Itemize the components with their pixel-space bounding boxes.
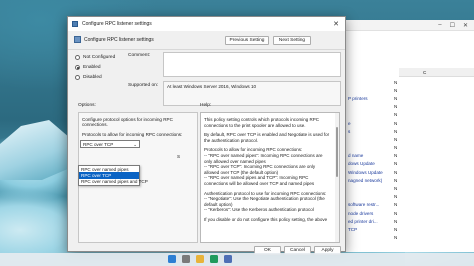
comment-label: Comment: — [128, 53, 151, 58]
edge-icon[interactable] — [210, 255, 218, 263]
next-setting-button[interactable]: Next Setting — [273, 36, 311, 45]
help-text: This policy setting controls which proto… — [201, 113, 339, 223]
chevron-down-icon[interactable]: ⌄ — [133, 142, 137, 148]
policy-row[interactable]: eN — [336, 119, 474, 127]
policy-row[interactable]: N — [336, 86, 474, 94]
supported-on-value: At least Windows Server 2016, Windows 10 — [167, 84, 257, 89]
previous-setting-button[interactable]: Previous Setting — [225, 36, 269, 45]
policy-state: N — [394, 112, 398, 118]
policy-row[interactable]: software restr... N — [336, 201, 474, 209]
radio-circle[interactable] — [75, 65, 80, 70]
policy-state: N — [394, 202, 398, 208]
policy-row[interactable]: node drivers N — [336, 209, 474, 217]
help-paragraph: This policy setting controls which proto… — [204, 117, 320, 128]
radio-disabled[interactable]: Disabled — [75, 75, 102, 80]
close-icon[interactable]: ✕ — [463, 22, 468, 29]
setting-title: Configure RPC listener settings — [84, 37, 154, 43]
radio-not-configured[interactable]: Not Configured — [75, 55, 115, 60]
radio-label: Disabled — [83, 75, 102, 80]
policy-row[interactable]: N — [336, 103, 474, 111]
close-icon[interactable]: ✕ — [327, 17, 345, 31]
policy-row[interactable]: nagned network) N — [336, 176, 474, 184]
policy-row[interactable]: N — [336, 111, 474, 119]
policy-state: N — [394, 128, 398, 134]
column-header[interactable]: C — [399, 68, 474, 77]
policy-state: N — [394, 161, 398, 167]
policy-list: NNP printers N N Ne Ns N N Nd name Ndows Update N… — [336, 78, 474, 242]
protocols-value: RPC over TCP — [83, 141, 114, 147]
dialog-header: Configure RPC listener settings Previous… — [68, 32, 345, 50]
policy-row[interactable]: N — [336, 78, 474, 86]
policy-row[interactable]: Windows Update N — [336, 168, 474, 176]
search-icon[interactable] — [182, 255, 190, 263]
policy-row[interactable]: N — [336, 144, 474, 152]
policy-state: N — [394, 145, 398, 151]
policy-state: N — [394, 169, 398, 175]
auth-label: S — [177, 154, 181, 159]
supported-on-field: At least Windows Server 2016, Windows 10 — [163, 81, 341, 106]
policy-state: N — [394, 186, 398, 192]
app-icon[interactable] — [224, 255, 232, 263]
protocols-select[interactable]: RPC over TCP ⌄ — [80, 140, 140, 148]
radio-label: Not Configured — [83, 55, 116, 60]
help-paragraph: By default, RPC over TCP is enabled and … — [204, 132, 330, 143]
parent-titlebar: – ☐ ✕ — [336, 20, 474, 31]
policy-row[interactable]: N — [336, 184, 474, 192]
supported-on-label: Supported on: — [128, 83, 159, 88]
dropdown-option[interactable]: RPC over named pipes and TCP — [79, 179, 148, 185]
policy-state: N — [394, 136, 398, 142]
policy-row[interactable]: sN — [336, 127, 474, 135]
setting-icon — [74, 36, 81, 43]
policy-state: N — [394, 79, 398, 85]
radio-circle[interactable] — [75, 55, 80, 60]
policy-state: N — [394, 87, 398, 93]
policy-state: N — [394, 153, 398, 159]
radio-circle[interactable] — [75, 75, 80, 80]
protocols-label: Protocols to allow for incoming RPC conn… — [82, 132, 183, 137]
policy-state: N — [394, 235, 398, 241]
help-label: Help: — [200, 103, 212, 108]
group-policy-editor-window: – ☐ ✕ C NNP printers N N Ne Ns N N Nd name Ndows… — [335, 20, 474, 252]
policy-row[interactable]: N — [336, 234, 474, 242]
start-icon[interactable] — [168, 255, 176, 263]
options-intro: Configure protocol options for incoming … — [82, 117, 173, 128]
policy-state: N — [394, 226, 398, 232]
policy-row[interactable]: P printers N — [336, 94, 474, 102]
policy-settings-dialog: Configure RPC listener settings ✕ Config… — [67, 16, 346, 255]
policy-row[interactable]: ed printer dri... N — [336, 217, 474, 225]
window-title: Configure RPC listener settings — [82, 21, 152, 27]
help-paragraph: If you disable or do not configure this … — [204, 216, 328, 222]
maximize-icon[interactable]: ☐ — [450, 22, 455, 29]
options-label: Options: — [78, 103, 96, 108]
policy-state: N — [394, 194, 398, 200]
policy-row[interactable]: d name N — [336, 152, 474, 160]
policy-row[interactable]: TCP N — [336, 225, 474, 233]
protocols-dropdown-list: RPC over named pipes RPC over TCP RPC ov… — [78, 165, 148, 187]
help-scrollbar[interactable] — [335, 113, 339, 242]
policy-icon — [72, 21, 78, 27]
taskbar — [0, 253, 474, 266]
help-paragraph: Protocols to allow for incoming RPC conn… — [204, 147, 323, 186]
policy-row[interactable]: N — [336, 135, 474, 143]
comment-field[interactable] — [163, 52, 341, 77]
policy-state: N — [394, 177, 398, 183]
scrollbar-thumb[interactable] — [336, 127, 338, 177]
policy-row[interactable]: dows Update N — [336, 160, 474, 168]
radio-label: Enabled — [83, 65, 101, 70]
taskbar-icons — [168, 255, 232, 263]
help-panel: This policy setting controls which proto… — [200, 112, 340, 243]
policy-state: N — [394, 95, 398, 101]
policy-row[interactable]: N — [336, 193, 474, 201]
policy-state: N — [394, 120, 398, 126]
help-paragraph: Authentication protocol to use for incom… — [204, 190, 327, 213]
radio-enabled[interactable]: Enabled — [75, 65, 101, 70]
policy-state: N — [394, 104, 398, 110]
minimize-icon[interactable]: – — [438, 22, 441, 28]
dialog-titlebar: Configure RPC listener settings ✕ — [68, 17, 345, 31]
file-explorer-icon[interactable] — [196, 255, 204, 263]
policy-state: N — [394, 218, 398, 224]
policy-state: N — [394, 210, 398, 216]
